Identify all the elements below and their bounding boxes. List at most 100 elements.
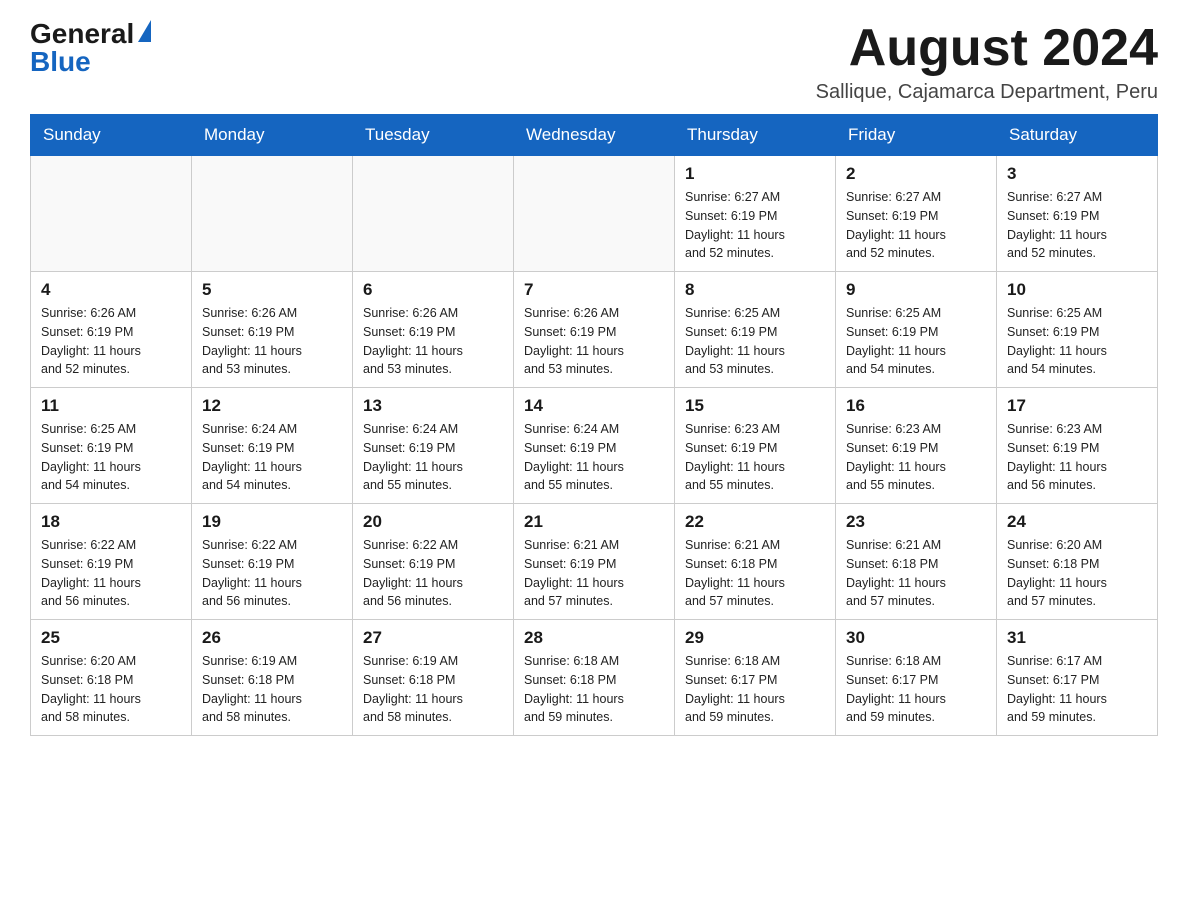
calendar-cell: 31Sunrise: 6:17 AMSunset: 6:17 PMDayligh… bbox=[997, 620, 1158, 736]
day-info: Sunrise: 6:27 AMSunset: 6:19 PMDaylight:… bbox=[846, 188, 986, 263]
day-info: Sunrise: 6:22 AMSunset: 6:19 PMDaylight:… bbox=[363, 536, 503, 611]
column-header-friday: Friday bbox=[836, 115, 997, 156]
calendar-week-row: 4Sunrise: 6:26 AMSunset: 6:19 PMDaylight… bbox=[31, 272, 1158, 388]
page-header: General Blue August 2024 Sallique, Cajam… bbox=[30, 20, 1158, 104]
calendar-cell bbox=[514, 156, 675, 272]
calendar-cell: 21Sunrise: 6:21 AMSunset: 6:19 PMDayligh… bbox=[514, 504, 675, 620]
day-info: Sunrise: 6:25 AMSunset: 6:19 PMDaylight:… bbox=[846, 304, 986, 379]
calendar-cell: 14 Sunrise: 6:24 AMSunset: 6:19 PMDayligh… bbox=[514, 388, 675, 504]
day-number: 6 bbox=[363, 280, 503, 300]
title-section: August 2024 Sallique, Cajamarca Departme… bbox=[816, 20, 1158, 104]
calendar-cell: 4Sunrise: 6:26 AMSunset: 6:19 PMDaylight… bbox=[31, 272, 192, 388]
day-number: 17 bbox=[1007, 396, 1147, 416]
calendar-cell: 26 Sunrise: 6:19 AMSunset: 6:18 PMDayligh… bbox=[192, 620, 353, 736]
calendar-cell: 15 Sunrise: 6:23 AMSunset: 6:19 PMDayligh… bbox=[675, 388, 836, 504]
calendar-cell: 2 Sunrise: 6:27 AMSunset: 6:19 PMDaylight… bbox=[836, 156, 997, 272]
day-number: 28 bbox=[524, 628, 664, 648]
day-info: Sunrise: 6:24 AMSunset: 6:19 PMDaylight:… bbox=[524, 420, 664, 495]
day-number: 14 bbox=[524, 396, 664, 416]
day-number: 2 bbox=[846, 164, 986, 184]
calendar-cell: 9 Sunrise: 6:25 AMSunset: 6:19 PMDaylight… bbox=[836, 272, 997, 388]
day-info: Sunrise: 6:26 AMSunset: 6:19 PMDaylight:… bbox=[363, 304, 503, 379]
day-info: Sunrise: 6:21 AMSunset: 6:18 PMDaylight:… bbox=[846, 536, 986, 611]
logo-blue-text: Blue bbox=[30, 48, 91, 76]
day-info: Sunrise: 6:25 AMSunset: 6:19 PMDaylight:… bbox=[685, 304, 825, 379]
calendar-cell: 22 Sunrise: 6:21 AMSunset: 6:18 PMDayligh… bbox=[675, 504, 836, 620]
calendar-table: SundayMondayTuesdayWednesdayThursdayFrid… bbox=[30, 114, 1158, 736]
day-number: 5 bbox=[202, 280, 342, 300]
calendar-cell: 30 Sunrise: 6:18 AMSunset: 6:17 PMDayligh… bbox=[836, 620, 997, 736]
day-info: Sunrise: 6:20 AMSunset: 6:18 PMDaylight:… bbox=[1007, 536, 1147, 611]
day-info: Sunrise: 6:23 AMSunset: 6:19 PMDaylight:… bbox=[685, 420, 825, 495]
calendar-cell: 10 Sunrise: 6:25 AMSunset: 6:19 PMDayligh… bbox=[997, 272, 1158, 388]
day-info: Sunrise: 6:21 AMSunset: 6:19 PMDaylight:… bbox=[524, 536, 664, 611]
day-info: Sunrise: 6:24 AMSunset: 6:19 PMDaylight:… bbox=[363, 420, 503, 495]
calendar-cell: 3 Sunrise: 6:27 AMSunset: 6:19 PMDaylight… bbox=[997, 156, 1158, 272]
day-info: Sunrise: 6:17 AMSunset: 6:17 PMDaylight:… bbox=[1007, 652, 1147, 727]
calendar-cell: 5 Sunrise: 6:26 AMSunset: 6:19 PMDaylight… bbox=[192, 272, 353, 388]
day-number: 3 bbox=[1007, 164, 1147, 184]
calendar-cell: 20 Sunrise: 6:22 AMSunset: 6:19 PMDayligh… bbox=[353, 504, 514, 620]
day-number: 29 bbox=[685, 628, 825, 648]
column-header-saturday: Saturday bbox=[997, 115, 1158, 156]
calendar-cell bbox=[353, 156, 514, 272]
calendar-week-row: 1 Sunrise: 6:27 AMSunset: 6:19 PMDaylight… bbox=[31, 156, 1158, 272]
day-number: 27 bbox=[363, 628, 503, 648]
calendar-cell: 28 Sunrise: 6:18 AMSunset: 6:18 PMDayligh… bbox=[514, 620, 675, 736]
month-year-title: August 2024 bbox=[816, 20, 1158, 77]
day-number: 11 bbox=[41, 396, 181, 416]
day-number: 10 bbox=[1007, 280, 1147, 300]
calendar-cell bbox=[31, 156, 192, 272]
calendar-cell: 11 Sunrise: 6:25 AMSunset: 6:19 PMDayligh… bbox=[31, 388, 192, 504]
day-info: Sunrise: 6:23 AMSunset: 6:19 PMDaylight:… bbox=[846, 420, 986, 495]
column-header-sunday: Sunday bbox=[31, 115, 192, 156]
calendar-cell: 27 Sunrise: 6:19 AMSunset: 6:18 PMDayligh… bbox=[353, 620, 514, 736]
location-subtitle: Sallique, Cajamarca Department, Peru bbox=[816, 81, 1158, 104]
day-info: Sunrise: 6:25 AMSunset: 6:19 PMDaylight:… bbox=[1007, 304, 1147, 379]
calendar-cell: 25 Sunrise: 6:20 AMSunset: 6:18 PMDayligh… bbox=[31, 620, 192, 736]
calendar-header-row: SundayMondayTuesdayWednesdayThursdayFrid… bbox=[31, 115, 1158, 156]
day-number: 12 bbox=[202, 396, 342, 416]
day-info: Sunrise: 6:21 AMSunset: 6:18 PMDaylight:… bbox=[685, 536, 825, 611]
day-info: Sunrise: 6:27 AMSunset: 6:19 PMDaylight:… bbox=[1007, 188, 1147, 263]
calendar-cell: 18Sunrise: 6:22 AMSunset: 6:19 PMDayligh… bbox=[31, 504, 192, 620]
calendar-cell: 23Sunrise: 6:21 AMSunset: 6:18 PMDayligh… bbox=[836, 504, 997, 620]
day-info: Sunrise: 6:20 AMSunset: 6:18 PMDaylight:… bbox=[41, 652, 181, 727]
column-header-monday: Monday bbox=[192, 115, 353, 156]
day-number: 25 bbox=[41, 628, 181, 648]
day-info: Sunrise: 6:25 AMSunset: 6:19 PMDaylight:… bbox=[41, 420, 181, 495]
day-info: Sunrise: 6:23 AMSunset: 6:19 PMDaylight:… bbox=[1007, 420, 1147, 495]
day-info: Sunrise: 6:18 AMSunset: 6:17 PMDaylight:… bbox=[846, 652, 986, 727]
calendar-cell: 7Sunrise: 6:26 AMSunset: 6:19 PMDaylight… bbox=[514, 272, 675, 388]
calendar-week-row: 18 Sunrise: 6:22 AMSunset: 6:19 PMDayligh… bbox=[31, 504, 1158, 620]
day-number: 15 bbox=[685, 396, 825, 416]
calendar-cell: 1 Sunrise: 6:27 AMSunset: 6:19 PMDaylight… bbox=[675, 156, 836, 272]
calendar-cell: 17 Sunrise: 6:23 AMSunset: 6:19 PMDayligh… bbox=[997, 388, 1158, 504]
day-number: 13 bbox=[363, 396, 503, 416]
day-info: Sunrise: 6:24 AMSunset: 6:19 PMDaylight:… bbox=[202, 420, 342, 495]
day-number: 19 bbox=[202, 512, 342, 532]
day-info: Sunrise: 6:22 AMSunset: 6:19 PMDaylight:… bbox=[202, 536, 342, 611]
day-number: 22 bbox=[685, 512, 825, 532]
day-number: 20 bbox=[363, 512, 503, 532]
day-info: Sunrise: 6:19 AMSunset: 6:18 PMDaylight:… bbox=[363, 652, 503, 727]
day-number: 16 bbox=[846, 396, 986, 416]
day-info: Sunrise: 6:18 AMSunset: 6:18 PMDaylight:… bbox=[524, 652, 664, 727]
day-info: Sunrise: 6:27 AMSunset: 6:19 PMDaylight:… bbox=[685, 188, 825, 263]
logo-general-text: General bbox=[30, 20, 134, 48]
day-number: 26 bbox=[202, 628, 342, 648]
day-number: 9 bbox=[846, 280, 986, 300]
day-info: Sunrise: 6:18 AMSunset: 6:17 PMDaylight:… bbox=[685, 652, 825, 727]
day-number: 1 bbox=[685, 164, 825, 184]
day-info: Sunrise: 6:19 AMSunset: 6:18 PMDaylight:… bbox=[202, 652, 342, 727]
day-number: 30 bbox=[846, 628, 986, 648]
calendar-cell: 13 Sunrise: 6:24 AMSunset: 6:19 PMDayligh… bbox=[353, 388, 514, 504]
calendar-cell: 19 Sunrise: 6:22 AMSunset: 6:19 PMDayligh… bbox=[192, 504, 353, 620]
calendar-cell: 16 Sunrise: 6:23 AMSunset: 6:19 PMDayligh… bbox=[836, 388, 997, 504]
calendar-cell: 12 Sunrise: 6:24 AMSunset: 6:19 PMDayligh… bbox=[192, 388, 353, 504]
day-number: 18 bbox=[41, 512, 181, 532]
column-header-tuesday: Tuesday bbox=[353, 115, 514, 156]
column-header-thursday: Thursday bbox=[675, 115, 836, 156]
calendar-week-row: 25 Sunrise: 6:20 AMSunset: 6:18 PMDayligh… bbox=[31, 620, 1158, 736]
day-info: Sunrise: 6:26 AMSunset: 6:19 PMDaylight:… bbox=[202, 304, 342, 379]
